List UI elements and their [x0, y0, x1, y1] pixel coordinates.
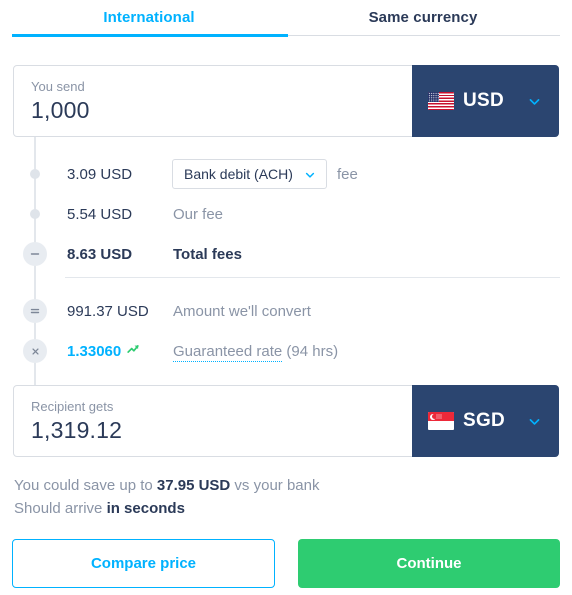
payin-fee-value: 3.09 USD [67, 165, 133, 183]
continue-button[interactable]: Continue [298, 539, 560, 588]
tab-bar: International Same currency [12, 0, 560, 38]
row-amount-to-convert: 991.37 USD Amount we'll convert [67, 300, 562, 322]
total-fees-value: 8.63 USD [67, 245, 133, 263]
receive-currency-code: SGD [463, 410, 506, 431]
chevron-down-icon [528, 415, 541, 428]
send-currency-selector[interactable]: USD [412, 65, 559, 137]
arrival-message: Should arrive in seconds [14, 500, 185, 517]
compare-price-label: Compare price [90, 555, 197, 572]
convert-amount-value: 991.37 USD [67, 302, 149, 320]
row-our-fee: 5.54 USD Our fee [67, 203, 562, 225]
continue-label: Continue [396, 555, 462, 572]
exchange-rate-value: 1.33060 [67, 342, 122, 360]
us-flag-icon [428, 92, 454, 110]
chevron-down-icon [304, 168, 316, 180]
exchange-rate-label-group: Guaranteed rate (94 hrs) [173, 342, 339, 362]
total-fees-label: Total fees [173, 245, 242, 263]
send-currency-code: USD [463, 90, 505, 111]
row-exchange-rate: 1.33060 Guaranteed rate (94 hrs) [67, 340, 562, 362]
timeline-node-multiply [23, 339, 47, 363]
timeline-node-our-fee [30, 209, 40, 219]
payin-method-select[interactable]: Bank debit (ACH) [172, 159, 327, 189]
tab-active-indicator [12, 34, 288, 37]
savings-suffix: vs your bank [230, 477, 320, 494]
payin-method-label: Bank debit (ACH) [184, 166, 293, 182]
receive-amount-box[interactable]: Recipient gets 1,319.12 SGD [13, 385, 559, 457]
exchange-rate-value-group: 1.33060 [67, 342, 173, 360]
tab-international[interactable]: International [12, 0, 286, 35]
rate-duration: (94 hrs) [286, 342, 339, 360]
arrival-time: in seconds [106, 500, 185, 517]
send-amount-box[interactable]: You send 1,000 USD [13, 65, 559, 137]
breakdown-divider [65, 277, 560, 278]
timeline-node-minus [23, 242, 47, 266]
compare-price-button[interactable]: Compare price [12, 539, 275, 588]
chevron-down-icon [528, 95, 541, 108]
send-label: You send [31, 79, 85, 94]
tab-same-currency[interactable]: Same currency [286, 0, 560, 35]
tab-international-label: International [103, 9, 195, 26]
arrival-prefix: Should arrive [14, 500, 107, 517]
timeline-node-equals [23, 299, 47, 323]
guaranteed-rate-link[interactable]: Guaranteed rate [173, 342, 283, 362]
savings-prefix: You could save up to [14, 477, 157, 494]
our-fee-value: 5.54 USD [67, 205, 133, 223]
our-fee-label: Our fee [173, 205, 224, 223]
tab-same-currency-label: Same currency [368, 9, 478, 26]
row-total-fees: 8.63 USD Total fees [67, 243, 562, 265]
receive-amount-input[interactable]: 1,319.12 [31, 417, 122, 444]
savings-message: You could save up to 37.95 USD vs your b… [14, 477, 319, 494]
payin-fee-suffix: fee [337, 166, 358, 183]
savings-amount: 37.95 USD [156, 477, 231, 494]
send-amount-input[interactable]: 1,000 [31, 97, 90, 124]
timeline-node-payin-fee [30, 169, 40, 179]
convert-amount-label: Amount we'll convert [173, 302, 311, 320]
sg-flag-icon [428, 412, 454, 430]
receive-currency-selector[interactable]: SGD [412, 385, 559, 457]
trending-up-icon [126, 342, 140, 360]
receive-label: Recipient gets [31, 399, 114, 414]
